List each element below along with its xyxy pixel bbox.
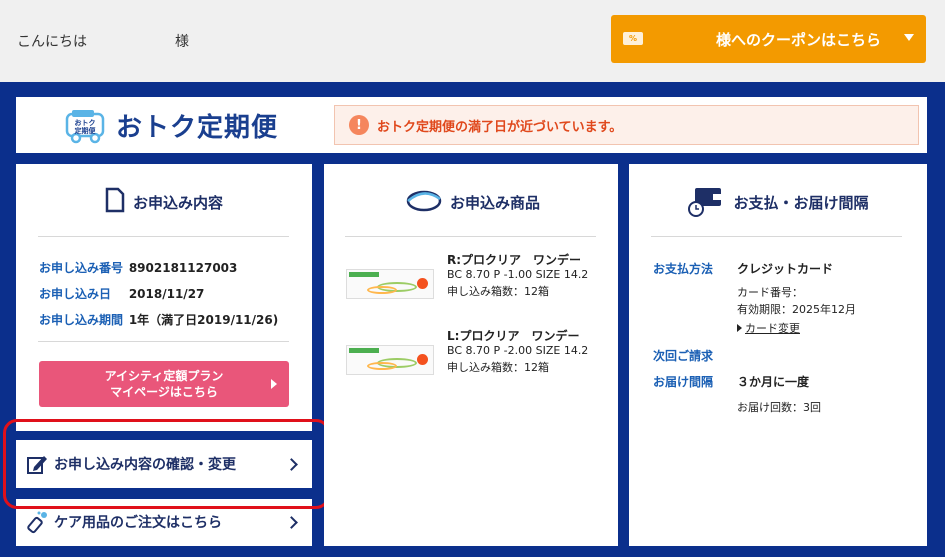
document-icon [105, 187, 125, 217]
order-period-value: 1年（満了日2019/11/26) [128, 313, 279, 327]
next-billing-label: 次回ご請求 [653, 349, 714, 363]
product-spec: BC 8.70 P -1.00 SIZE 14.2 [447, 268, 589, 281]
order-period-row: お申し込み期間 1年（満了日2019/11/26) [39, 311, 278, 328]
delivery-interval-value: ３か月に一度 [737, 375, 810, 389]
order-date-value: 2018/11/27 [128, 287, 205, 301]
order-number-value: 8902181127003 [128, 261, 238, 275]
order-panel-header: お申込み内容 [16, 182, 312, 222]
order-period-label: お申し込み期間 [39, 313, 124, 327]
card-expiry: 有効期限：2025年12月 [737, 303, 856, 316]
payment-method-label: お支払方法 [653, 262, 714, 276]
order-number-row: お申し込み番号 8902181127003 [39, 259, 237, 276]
order-panel-title: お申込み内容 [132, 193, 223, 212]
expiry-alert: ! おトク定期便の満了日が近づいています。 [334, 105, 919, 145]
product-qty: 申し込み箱数：12箱 [447, 285, 549, 298]
card-change-link[interactable]: カード変更 [737, 320, 800, 336]
triangle-right-icon [737, 324, 742, 332]
alert-message: おトク定期便の満了日が近づいています。 [377, 119, 623, 135]
svg-text:定期便: 定期便 [75, 126, 97, 135]
product-image [346, 269, 434, 299]
divider [38, 341, 289, 342]
product-name: R:プロクリア ワンデー [447, 253, 582, 267]
plan-mypage-button[interactable]: アイシティ定額プラン マイページはこちら [39, 361, 289, 407]
chevron-right-icon [285, 516, 298, 529]
header-bar: おトク 定期便 おトク定期便 ! おトク定期便の満了日が近づいています。 [16, 97, 927, 153]
order-number-label: お申し込み番号 [39, 261, 124, 275]
products-panel: お申込み商品 R:プロクリア ワンデー BC 8.70 P -1.00 SIZE… [324, 164, 618, 546]
wallet-clock-icon [687, 182, 725, 222]
product-name: L:プロクリア ワンデー [447, 329, 580, 343]
divider [345, 236, 596, 237]
honorific: 様 [175, 34, 189, 50]
payment-panel-title: お支払・お届け間隔 [733, 193, 869, 212]
delivery-car-icon: おトク 定期便 [64, 109, 108, 143]
highlight-ring [3, 419, 330, 509]
care-bottle-icon [25, 510, 49, 538]
greeting-text: こんにちは [17, 34, 87, 50]
logo[interactable]: おトク 定期便 おトク定期便 [64, 107, 278, 144]
order-date-row: お申し込み日 2018/11/27 [39, 285, 204, 302]
greeting: こんにちは 様 [17, 31, 189, 51]
caret-down-icon [904, 34, 914, 41]
delivery-count: お届け回数：3回 [737, 401, 821, 414]
divider [651, 236, 902, 237]
order-date-label: お申し込み日 [39, 287, 112, 301]
order-panel: お申込み内容 お申し込み番号 8902181127003 お申し込み日 2018… [16, 164, 312, 431]
alert-icon: ! [349, 115, 369, 135]
plan-button-line2: マイページはこちら [110, 385, 218, 399]
product-qty: 申し込み箱数：12箱 [447, 361, 549, 374]
products-panel-header: お申込み商品 [324, 182, 618, 222]
arrow-right-icon [271, 379, 277, 389]
product-image [346, 345, 434, 375]
payment-method-value: クレジットカード [737, 262, 834, 276]
card-number: カード番号： [737, 286, 803, 299]
top-bar: こんにちは 様 % 様へのクーポンはこちら [0, 0, 945, 82]
product-item: L:プロクリア ワンデー BC 8.70 P -2.00 SIZE 14.2 申… [346, 327, 606, 387]
products-panel-title: お申込み商品 [449, 193, 540, 212]
coupon-tag-icon: % [623, 32, 643, 45]
product-item: R:プロクリア ワンデー BC 8.70 P -1.00 SIZE 14.2 申… [346, 251, 606, 311]
plan-button-line1: アイシティ定額プラン [104, 369, 224, 383]
contact-lens-icon [402, 187, 442, 217]
coupon-button-label: 様へのクーポンはこちら [716, 31, 882, 49]
svg-text:おトク: おトク [75, 118, 96, 127]
logo-title: おトク定期便 [116, 113, 279, 143]
product-spec: BC 8.70 P -2.00 SIZE 14.2 [447, 344, 589, 357]
card-change-label: カード変更 [745, 322, 800, 335]
care-order-label: ケア用品のご注文はこちら [54, 515, 222, 531]
payment-panel: お支払・お届け間隔 お支払方法 クレジットカード カード番号： 有効期限：202… [629, 164, 927, 546]
delivery-interval-label: お届け間隔 [653, 375, 714, 389]
coupon-button[interactable]: % 様へのクーポンはこちら [611, 15, 926, 63]
payment-panel-header: お支払・お届け間隔 [629, 182, 927, 222]
divider [38, 236, 289, 237]
